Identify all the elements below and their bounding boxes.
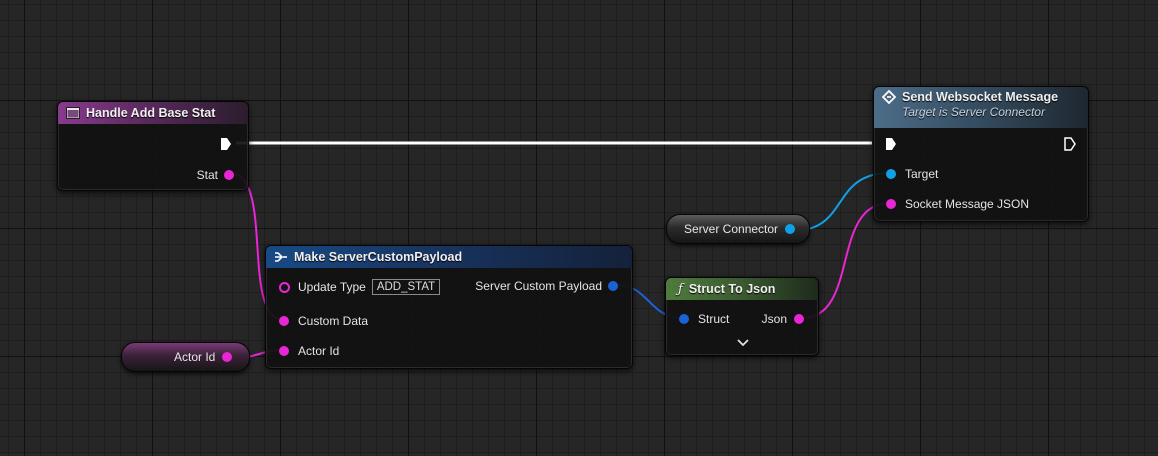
struct-to-json-node[interactable]: ƒ Struct To Json Struct Json <box>665 277 819 356</box>
exec-in-pin[interactable] <box>885 137 897 151</box>
json-output-pin[interactable] <box>794 314 804 324</box>
expand-chevron-icon[interactable] <box>737 339 749 347</box>
custom-data-label: Custom Data <box>298 314 369 328</box>
server-connector-label: Server Connector <box>684 222 779 236</box>
socket-message-input-row: Socket Message JSON <box>886 197 1029 211</box>
event-node-handle-add-base-stat[interactable]: Handle Add Base Stat Stat <box>57 101 249 191</box>
stat-output-pin[interactable] <box>224 170 234 180</box>
send-node-header[interactable]: Send Websocket Message Target is Server … <box>874 87 1088 128</box>
struct-to-json-title: Struct To Json <box>688 282 776 296</box>
make-server-custom-payload-node[interactable]: Make ServerCustomPayload Update Type ADD… <box>265 245 633 369</box>
make-node-header[interactable]: Make ServerCustomPayload <box>266 246 632 268</box>
struct-to-json-header[interactable]: ƒ Struct To Json <box>666 278 818 300</box>
exec-out-pin-hollow[interactable] <box>1064 137 1076 151</box>
actor-id-input-row: Actor Id <box>279 344 339 358</box>
actor-id-variable-label: Actor Id <box>174 350 216 364</box>
send-node-subtitle: Target is Server Connector <box>902 105 1045 119</box>
server-connector-output-pin[interactable] <box>785 224 796 234</box>
target-label: Target <box>905 167 939 181</box>
actor-id-input-label: Actor Id <box>298 344 340 358</box>
connection-wires <box>229 141 891 359</box>
socket-message-label: Socket Message JSON <box>905 197 1030 211</box>
struct-input-pin[interactable] <box>679 314 689 324</box>
payload-output-row: Server Custom Payload <box>475 279 618 293</box>
actor-id-output-pin[interactable] <box>222 352 233 362</box>
struct-icon <box>275 252 287 262</box>
socket-message-input-pin[interactable] <box>886 199 896 209</box>
custom-data-row: Custom Data <box>279 314 368 328</box>
update-type-row: Update Type ADD_STAT <box>279 279 441 295</box>
actor-id-input-pin[interactable] <box>279 346 289 356</box>
struct-input-row: Struct <box>679 312 729 326</box>
function-icon <box>882 90 896 104</box>
json-label: Json <box>761 312 787 326</box>
json-output-row: Json <box>762 312 804 326</box>
target-input-pin[interactable] <box>886 169 896 179</box>
payload-output-label: Server Custom Payload <box>475 279 602 293</box>
stat-label: Stat <box>196 168 218 182</box>
payload-output-pin[interactable] <box>608 281 618 291</box>
stat-output-row: Stat <box>197 168 234 182</box>
send-node-title: Send Websocket Message <box>902 90 1059 104</box>
server-connector-variable-node[interactable]: Server Connector <box>666 214 810 244</box>
pure-function-icon: ƒ <box>678 281 683 297</box>
send-websocket-message-node[interactable]: Send Websocket Message Target is Server … <box>873 86 1089 222</box>
target-input-row: Target <box>886 167 938 181</box>
exec-out-pin[interactable] <box>220 137 232 151</box>
update-type-input-pin[interactable] <box>279 281 290 293</box>
update-type-label: Update Type <box>298 280 366 294</box>
event-icon <box>66 107 80 119</box>
actor-id-variable-node[interactable]: Actor Id <box>121 342 250 372</box>
event-node-title: Handle Add Base Stat <box>86 106 216 120</box>
make-node-title: Make ServerCustomPayload <box>294 250 463 264</box>
update-type-dropdown[interactable]: ADD_STAT <box>371 279 441 295</box>
event-node-header[interactable]: Handle Add Base Stat <box>58 102 248 124</box>
custom-data-input-pin[interactable] <box>279 316 289 326</box>
struct-label: Struct <box>698 312 730 326</box>
